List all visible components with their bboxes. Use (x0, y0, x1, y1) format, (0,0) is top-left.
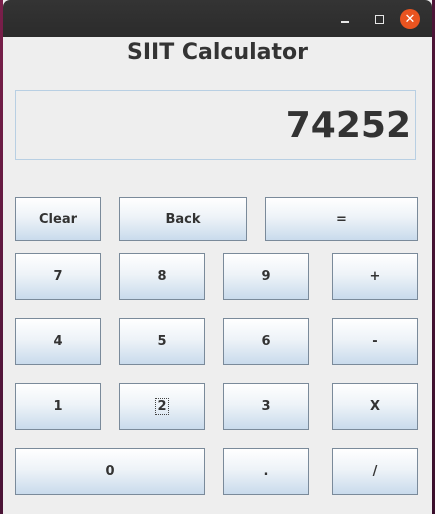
two-button-label: 2 (155, 398, 169, 415)
multiply-button[interactable]: X (332, 383, 418, 430)
app-title: SIIT Calculator (127, 40, 308, 65)
close-icon[interactable]: ✕ (400, 9, 420, 29)
equals-button[interactable]: = (265, 197, 418, 241)
eight-button[interactable]: 8 (119, 253, 205, 300)
six-button[interactable]: 6 (223, 318, 309, 365)
plus-button[interactable]: + (332, 253, 418, 300)
one-button[interactable]: 1 (15, 383, 101, 430)
five-button[interactable]: 5 (119, 318, 205, 365)
maximize-icon[interactable] (370, 10, 388, 28)
zero-button[interactable]: 0 (15, 448, 205, 495)
title-bar: ✕ (3, 0, 432, 37)
divide-button[interactable]: / (332, 448, 418, 495)
four-button[interactable]: 4 (15, 318, 101, 365)
two-button[interactable]: 2 (119, 383, 205, 430)
decimal-point-button[interactable]: . (223, 448, 309, 495)
clear-button[interactable]: Clear (15, 197, 101, 241)
minus-button[interactable]: - (332, 318, 418, 365)
calculator-window: ✕ SIIT Calculator 74252 Clear Back = 7 8… (3, 0, 432, 514)
seven-button[interactable]: 7 (15, 253, 101, 300)
back-button[interactable]: Back (119, 197, 247, 241)
nine-button[interactable]: 9 (223, 253, 309, 300)
minimize-icon[interactable] (336, 10, 354, 28)
display-value: 74252 (285, 105, 411, 146)
display-field: 74252 (15, 90, 416, 160)
three-button[interactable]: 3 (223, 383, 309, 430)
